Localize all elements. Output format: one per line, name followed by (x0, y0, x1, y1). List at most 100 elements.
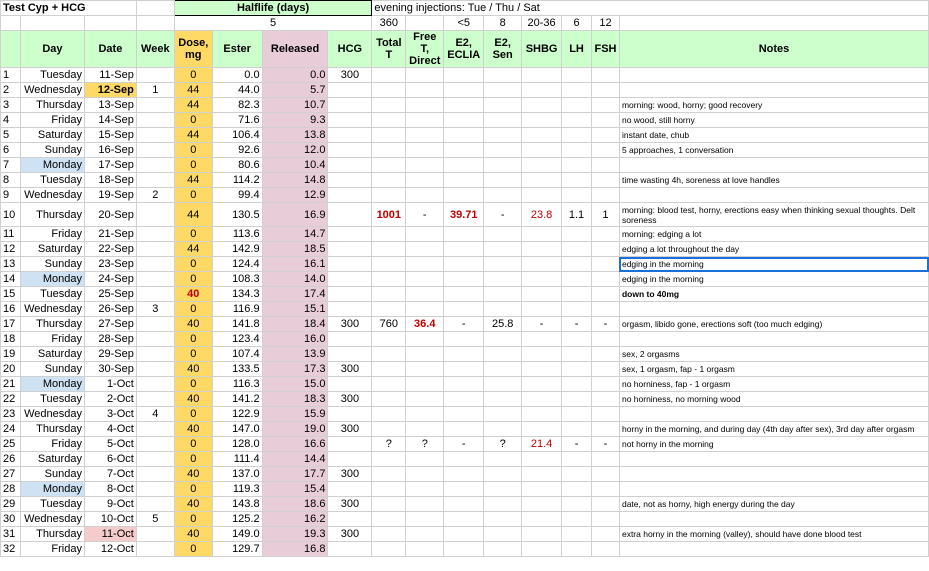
cell-dose[interactable]: 40 (173, 466, 213, 482)
cell-e2-sen[interactable] (483, 466, 523, 482)
halflife-label[interactable]: Halflife (days) (173, 0, 373, 16)
cell-fsh[interactable] (590, 241, 620, 257)
cell-date[interactable]: 13-Sep (83, 97, 137, 113)
row-number[interactable]: 1 (0, 67, 21, 83)
cell-hcg[interactable] (327, 481, 373, 497)
cell-note[interactable]: morning: edging a lot (618, 226, 929, 242)
cell-note[interactable]: instant date, chub (618, 127, 929, 143)
cell-released[interactable]: 18.6 (261, 496, 329, 512)
cell-e2-eclia[interactable] (443, 511, 485, 527)
cell-note[interactable]: no horniness, no morning wood (618, 391, 929, 407)
cell-free-t[interactable] (405, 97, 445, 113)
cell-lh[interactable] (561, 526, 592, 542)
cell-e2-sen[interactable] (483, 301, 523, 317)
cell-date[interactable]: 17-Sep (83, 157, 137, 173)
cell-note[interactable]: horny in the morning, and during day (4t… (618, 421, 929, 437)
cell-week[interactable] (135, 391, 175, 407)
cell-hcg[interactable] (327, 511, 373, 527)
cell-e2-eclia[interactable] (443, 376, 485, 392)
cell-week[interactable] (135, 436, 175, 452)
cell-fsh[interactable] (590, 97, 620, 113)
cell-lh[interactable] (561, 172, 592, 188)
cell-released[interactable]: 17.3 (261, 361, 329, 377)
cell-hcg[interactable] (327, 286, 373, 302)
cell-lh[interactable] (561, 421, 592, 437)
cell-day[interactable]: Thursday (19, 526, 85, 542)
cell-note[interactable] (618, 187, 929, 203)
cell-fsh[interactable] (590, 361, 620, 377)
cell-shbg[interactable] (521, 376, 563, 392)
cell-e2-sen[interactable] (483, 286, 523, 302)
cell-ester[interactable]: 99.4 (211, 187, 263, 203)
cell-day[interactable]: Sunday (19, 466, 85, 482)
cell-shbg[interactable] (521, 256, 563, 272)
cell-ester[interactable]: 44.0 (211, 82, 263, 98)
cell-week[interactable] (135, 376, 175, 392)
cell-dose[interactable]: 40 (173, 496, 213, 512)
cell-lh[interactable] (561, 286, 592, 302)
header-shbg[interactable]: SHBG (521, 30, 563, 68)
cell-lh[interactable] (561, 451, 592, 467)
row-number[interactable]: 29 (0, 496, 21, 512)
cell-date[interactable]: 12-Sep (83, 82, 137, 98)
row-number[interactable]: 14 (0, 271, 21, 287)
cell-lh[interactable] (561, 301, 592, 317)
cell-total-t[interactable] (371, 451, 407, 467)
cell-total-t[interactable] (371, 376, 407, 392)
row-number[interactable]: 25 (0, 436, 21, 452)
cell-e2-sen[interactable] (483, 82, 523, 98)
cell-lh[interactable] (561, 256, 592, 272)
cell-free-t[interactable] (405, 541, 445, 557)
cell-ester[interactable]: 149.0 (211, 526, 263, 542)
cell-e2-eclia[interactable] (443, 346, 485, 362)
cell-note[interactable] (618, 481, 929, 497)
cell-released[interactable]: 12.0 (261, 142, 329, 158)
cell-week[interactable] (135, 316, 175, 332)
cell-note[interactable]: edging in the morning (618, 271, 929, 287)
cell-note[interactable] (618, 451, 929, 467)
cell-day[interactable]: Sunday (19, 361, 85, 377)
cell-note[interactable]: no wood, still horny (618, 112, 929, 128)
cell-day[interactable]: Monday (19, 376, 85, 392)
cell-total-t[interactable] (371, 421, 407, 437)
cell-dose[interactable]: 44 (173, 82, 213, 98)
cell-lh[interactable] (561, 271, 592, 287)
cell-total-t[interactable] (371, 511, 407, 527)
cell-free-t[interactable] (405, 466, 445, 482)
cell-date[interactable]: 3-Oct (83, 406, 137, 422)
cell-lh[interactable] (561, 127, 592, 143)
cell-total-t[interactable] (371, 127, 407, 143)
cell-e2-eclia[interactable] (443, 127, 485, 143)
header-week[interactable]: Week (135, 30, 175, 68)
cell-fsh[interactable] (590, 112, 620, 128)
cell-hcg[interactable] (327, 436, 373, 452)
cell-e2-eclia[interactable] (443, 256, 485, 272)
cell-total-t[interactable] (371, 112, 407, 128)
cell-dose[interactable]: 44 (173, 172, 213, 188)
cell-note[interactable] (618, 511, 929, 527)
cell-total-t[interactable] (371, 466, 407, 482)
cell-e2-eclia[interactable] (443, 331, 485, 347)
row-number[interactable]: 23 (0, 406, 21, 422)
cell-total-t[interactable]: 1001 (371, 202, 407, 227)
cell-e2-sen[interactable] (483, 112, 523, 128)
cell-dose[interactable]: 40 (173, 391, 213, 407)
cell-released[interactable]: 18.5 (261, 241, 329, 257)
cell-ester[interactable]: 134.3 (211, 286, 263, 302)
row-number[interactable]: 18 (0, 331, 21, 347)
cell-ester[interactable]: 124.4 (211, 256, 263, 272)
cell-total-t[interactable] (371, 541, 407, 557)
cell-ester[interactable]: 116.9 (211, 301, 263, 317)
cell-date[interactable]: 14-Sep (83, 112, 137, 128)
cell-released[interactable]: 15.9 (261, 406, 329, 422)
header-notes[interactable]: Notes (618, 30, 929, 68)
cell-e2-sen[interactable] (483, 361, 523, 377)
cell-free-t[interactable] (405, 82, 445, 98)
cell-lh[interactable] (561, 406, 592, 422)
cell-day[interactable]: Friday (19, 541, 85, 557)
cell-fsh[interactable]: - (590, 436, 620, 452)
cell-ester[interactable]: 130.5 (211, 202, 263, 227)
cell-week[interactable] (135, 286, 175, 302)
cell-e2-eclia[interactable] (443, 496, 485, 512)
row-number[interactable]: 9 (0, 187, 21, 203)
